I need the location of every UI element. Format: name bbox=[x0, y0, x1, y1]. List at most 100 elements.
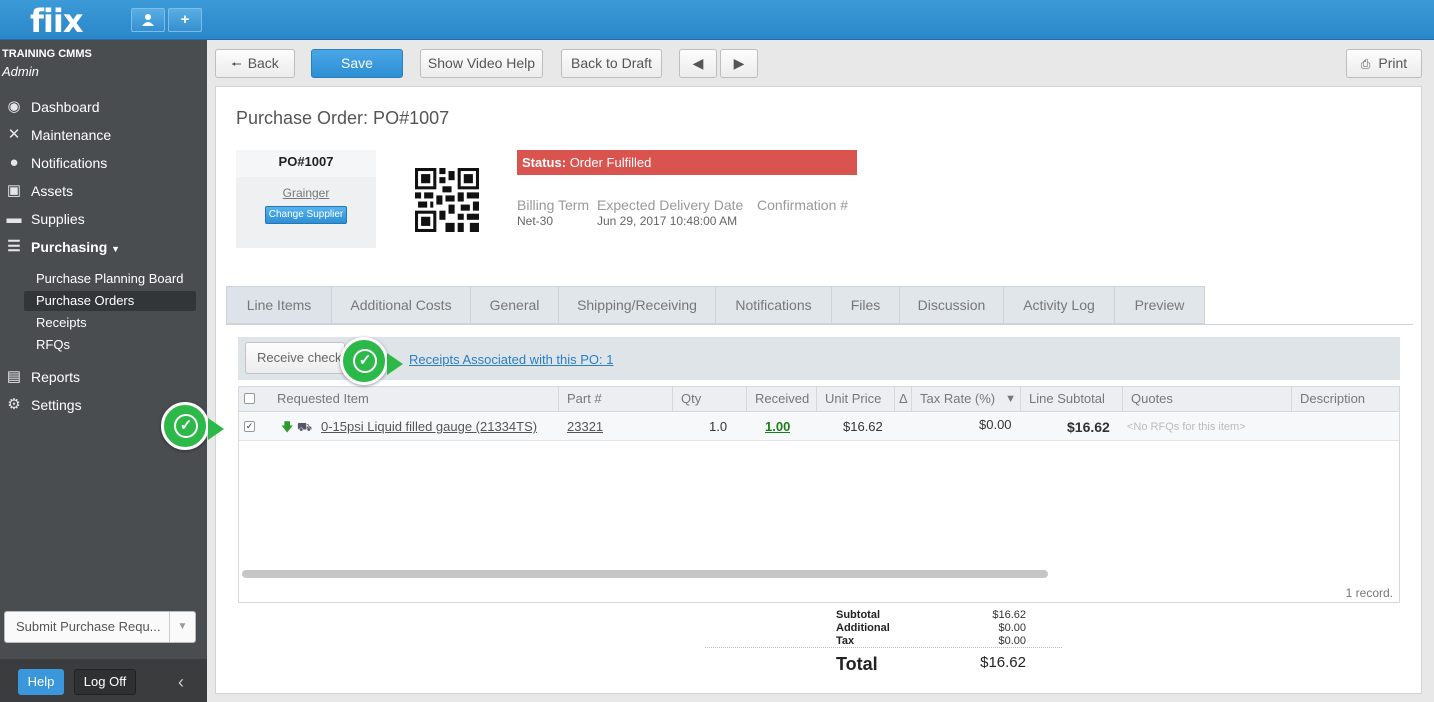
sidebar-item-notifications[interactable]: ● Notifications bbox=[0, 150, 207, 176]
sidebar-item-assets[interactable]: ▣ Assets bbox=[0, 178, 207, 204]
print-label: Print bbox=[1378, 55, 1408, 71]
help-button[interactable]: Help bbox=[18, 669, 64, 695]
print-button[interactable]: ⎙ Print bbox=[1346, 49, 1422, 78]
speech-bubble-icon: ● bbox=[9, 154, 19, 171]
tab-general[interactable]: General bbox=[470, 286, 558, 324]
tab-discussion[interactable]: Discussion bbox=[899, 286, 1003, 324]
status-badge: Status: Order Fulfilled bbox=[517, 150, 857, 175]
user-profile-button[interactable] bbox=[131, 8, 165, 32]
tab-activity-log[interactable]: Activity Log bbox=[1003, 286, 1114, 324]
qty-value: 1.0 bbox=[709, 419, 728, 434]
marker-pointer bbox=[208, 418, 224, 440]
column-description[interactable]: Description bbox=[1291, 387, 1399, 412]
column-unit-price[interactable]: Unit Price bbox=[816, 387, 894, 412]
show-video-help-button[interactable]: Show Video Help bbox=[420, 49, 543, 78]
table-row[interactable]: ✓ 🡇 ⛟ 0-15psi Liquid filled gauge (21334… bbox=[239, 413, 1399, 441]
billing-term-label: Billing Term bbox=[517, 197, 590, 213]
sidebar-item-label: Reports bbox=[31, 369, 81, 385]
back-button[interactable]: 🠔 Back bbox=[215, 49, 295, 78]
column-tax-rate-label: Tax Rate (%) bbox=[920, 391, 996, 406]
save-button[interactable]: Save bbox=[311, 49, 403, 78]
organization-name: TRAINING CMMS bbox=[2, 48, 92, 60]
chevron-down-icon[interactable]: ▼ bbox=[169, 612, 195, 642]
column-delta[interactable]: Δ bbox=[894, 387, 911, 412]
select-all-checkbox[interactable] bbox=[244, 393, 255, 404]
billing-term-value: Net-30 bbox=[517, 214, 554, 228]
fiix-logo[interactable]: fiix bbox=[30, 2, 83, 40]
tab-additional-costs[interactable]: Additional Costs bbox=[331, 286, 470, 324]
previous-record-button[interactable]: ◀ bbox=[679, 49, 717, 78]
sidebar-item-reports[interactable]: ▤ Reports bbox=[0, 364, 207, 390]
select-all-column bbox=[239, 387, 269, 412]
column-requested-item[interactable]: Requested Item bbox=[269, 387, 558, 412]
sidebar: TRAINING CMMS Admin ◉ Dashboard ✕ Mainte… bbox=[0, 40, 207, 702]
sidebar-item-maintenance[interactable]: ✕ Maintenance bbox=[0, 122, 207, 148]
submit-purchase-request-label: Submit Purchase Requ... bbox=[16, 619, 161, 634]
check-icon: ✓ bbox=[353, 349, 377, 373]
user-role: Admin bbox=[2, 64, 39, 79]
row-checkbox[interactable]: ✓ bbox=[244, 421, 255, 432]
tab-divider bbox=[226, 324, 1413, 325]
sidebar-item-purchasing[interactable]: ☰ Purchasing ▼ bbox=[0, 234, 207, 260]
po-card: PO#1007 Grainger Change Supplier bbox=[236, 150, 376, 248]
line-items-table: Requested Item Part # Qty Received Unit … bbox=[238, 386, 1400, 603]
line-subtotal-value: $16.62 bbox=[1067, 419, 1110, 435]
status-label: Status: bbox=[522, 155, 567, 170]
sidebar-subitem-receipts[interactable]: Receipts bbox=[24, 313, 196, 333]
column-received[interactable]: Received bbox=[746, 387, 816, 412]
quotes-value: <No RFQs for this item> bbox=[1127, 421, 1246, 433]
arrow-right-icon: ▶ bbox=[733, 55, 745, 71]
truck-icon: ⛟ bbox=[297, 420, 313, 434]
collapse-sidebar-icon[interactable]: ‹ bbox=[178, 669, 184, 695]
check-marker: ✓ bbox=[340, 337, 403, 385]
tab-line-items[interactable]: Line Items bbox=[226, 286, 331, 324]
dashboard-icon: ◉ bbox=[7, 98, 21, 115]
check-marker: ✓ bbox=[161, 402, 224, 450]
next-record-button[interactable]: ▶ bbox=[720, 49, 758, 78]
column-line-subtotal[interactable]: Line Subtotal bbox=[1020, 387, 1122, 412]
back-to-draft-button[interactable]: Back to Draft bbox=[561, 49, 662, 78]
part-number-link[interactable]: 23321 bbox=[567, 413, 603, 441]
horizontal-scrollbar[interactable] bbox=[242, 570, 1048, 578]
tab-notifications[interactable]: Notifications bbox=[715, 286, 831, 324]
log-off-button[interactable]: Log Off bbox=[74, 669, 136, 695]
receipts-associated-link[interactable]: Receipts Associated with this PO: 1 bbox=[409, 352, 613, 367]
add-button[interactable]: + bbox=[168, 8, 202, 32]
tab-preview[interactable]: Preview bbox=[1114, 286, 1205, 324]
top-bar: fiix + bbox=[0, 0, 1434, 40]
totals-divider bbox=[705, 647, 1062, 648]
submit-purchase-request-button[interactable]: Submit Purchase Requ... ▼ bbox=[4, 611, 196, 643]
received-link[interactable]: 1.00 bbox=[765, 413, 790, 441]
column-tax-rate[interactable]: Tax Rate (%) ▼ bbox=[911, 387, 1020, 412]
column-quotes[interactable]: Quotes bbox=[1122, 387, 1291, 412]
sidebar-item-supplies[interactable]: ▬ Supplies bbox=[0, 206, 207, 232]
change-supplier-button[interactable]: Change Supplier bbox=[265, 206, 347, 224]
requested-item-link[interactable]: 0-15psi Liquid filled gauge (21334TS) bbox=[321, 413, 537, 441]
sidebar-subitem-purchase-planning-board[interactable]: Purchase Planning Board bbox=[24, 269, 196, 289]
sidebar-item-label: Dashboard bbox=[31, 99, 100, 115]
sidebar-item-dashboard[interactable]: ◉ Dashboard bbox=[0, 94, 207, 120]
chevron-down-icon[interactable]: ▼ bbox=[1005, 387, 1016, 411]
arrow-left-icon: 🠔 bbox=[231, 57, 242, 71]
back-label: Back bbox=[247, 55, 279, 71]
sidebar-item-label: Settings bbox=[31, 397, 82, 413]
page-title: Purchase Order: PO#1007 bbox=[236, 108, 450, 128]
gear-icon: ⚙ bbox=[7, 396, 21, 413]
total-value: $16.62 bbox=[980, 654, 1026, 671]
arrow-down-icon: 🡇 bbox=[281, 420, 294, 434]
tab-shipping-receiving[interactable]: Shipping/Receiving bbox=[558, 286, 715, 324]
sidebar-subitem-purchase-orders[interactable]: Purchase Orders bbox=[24, 291, 196, 311]
column-part[interactable]: Part # bbox=[558, 387, 672, 412]
cart-icon: ☰ bbox=[7, 238, 21, 255]
record-count: 1 record. bbox=[1345, 586, 1393, 600]
receive-checked-button[interactable]: Receive checked bbox=[245, 342, 345, 374]
sidebar-footer: Help Log Off ‹ bbox=[0, 659, 207, 702]
sidebar-subitem-rfqs[interactable]: RFQs bbox=[24, 335, 196, 355]
supplier-link[interactable]: Grainger bbox=[236, 186, 376, 200]
printer-icon: ⎙ bbox=[1360, 57, 1371, 71]
marker-pointer bbox=[387, 353, 403, 375]
column-qty[interactable]: Qty bbox=[672, 387, 746, 412]
tax-total-value: $0.00 bbox=[998, 635, 1026, 647]
tab-files[interactable]: Files bbox=[831, 286, 899, 324]
unit-price-value: $16.62 bbox=[843, 419, 883, 434]
